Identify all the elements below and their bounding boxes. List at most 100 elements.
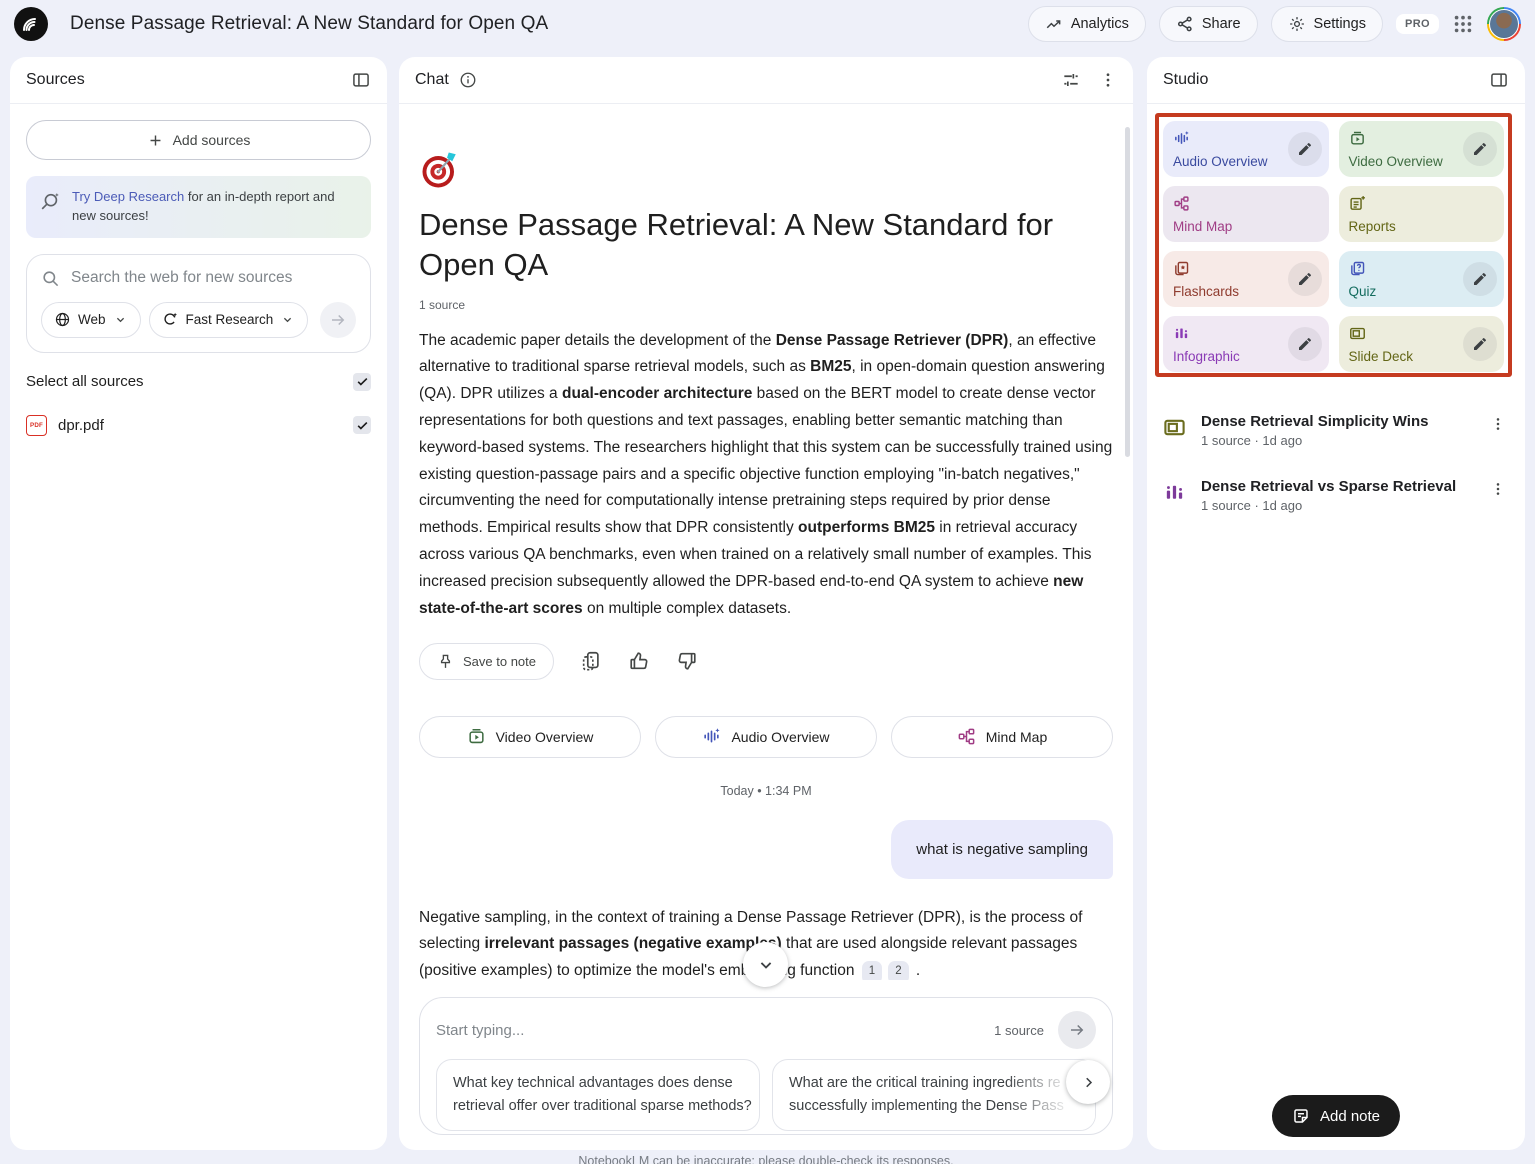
scroll-to-bottom-button[interactable] bbox=[743, 942, 788, 987]
arrow-right-icon bbox=[1068, 1021, 1086, 1039]
edit-flashcards-button[interactable] bbox=[1288, 262, 1322, 296]
analytics-label: Analytics bbox=[1071, 16, 1129, 32]
pencil-icon bbox=[1297, 271, 1313, 287]
web-search-input[interactable] bbox=[71, 269, 356, 287]
share-label: Share bbox=[1202, 16, 1241, 32]
tile-infographic[interactable]: Infographic bbox=[1163, 316, 1329, 372]
studio-item-infographic[interactable]: Dense Retrieval vs Sparse Retrieval 1 so… bbox=[1147, 478, 1525, 513]
add-sources-label: Add sources bbox=[173, 132, 251, 148]
avatar[interactable] bbox=[1487, 7, 1521, 41]
tile-audio-overview[interactable]: Audio Overview bbox=[1163, 121, 1329, 177]
share-button[interactable]: Share bbox=[1159, 6, 1258, 42]
edit-audio-overview-button[interactable] bbox=[1288, 132, 1322, 166]
add-note-label: Add note bbox=[1320, 1108, 1380, 1125]
studio-item-meta: 1 source · 1d ago bbox=[1201, 433, 1472, 448]
note-icon bbox=[1292, 1107, 1310, 1125]
tile-slide-deck[interactable]: Slide Deck bbox=[1339, 316, 1505, 372]
studio-tiles-grid: Audio Overview Video Overview Mind Map bbox=[1163, 121, 1504, 372]
edit-slide-deck-button[interactable] bbox=[1463, 327, 1497, 361]
suggested-question-chip[interactable]: What are the critical training ingredien… bbox=[772, 1059, 1096, 1131]
pdf-icon: PDF bbox=[26, 415, 47, 436]
quiz-icon bbox=[1349, 260, 1366, 277]
send-button[interactable] bbox=[1058, 1011, 1096, 1049]
pencil-icon bbox=[1472, 336, 1488, 352]
thumbs-up-icon[interactable] bbox=[628, 650, 650, 672]
globe-icon bbox=[54, 311, 71, 328]
user-message-bubble: what is negative sampling bbox=[891, 820, 1113, 879]
video-overview-button[interactable]: Video Overview bbox=[419, 716, 641, 758]
thumbs-down-icon[interactable] bbox=[676, 650, 698, 672]
search-submit-button[interactable] bbox=[320, 302, 356, 338]
item-menu-button[interactable] bbox=[1487, 413, 1509, 435]
research-sparkle-icon bbox=[162, 311, 179, 328]
pencil-icon bbox=[1297, 336, 1313, 352]
edit-infographic-button[interactable] bbox=[1288, 327, 1322, 361]
settings-label: Settings bbox=[1314, 16, 1366, 32]
arrow-right-icon bbox=[329, 311, 347, 329]
deep-research-link[interactable]: Try Deep Research bbox=[72, 189, 184, 204]
studio-item-title: Dense Retrieval vs Sparse Retrieval bbox=[1201, 478, 1472, 495]
item-menu-button[interactable] bbox=[1487, 478, 1509, 500]
tile-video-overview[interactable]: Video Overview bbox=[1339, 121, 1505, 177]
add-sources-button[interactable]: Add sources bbox=[26, 120, 371, 160]
more-vertical-icon[interactable] bbox=[1099, 70, 1117, 90]
suggested-question-chip[interactable]: What key technical advantages does dense… bbox=[436, 1059, 760, 1131]
web-filter-dropdown[interactable]: Web bbox=[41, 302, 141, 338]
tile-label: Reports bbox=[1349, 219, 1396, 234]
infographic-icon bbox=[1163, 481, 1186, 504]
citation-chip[interactable]: 1 bbox=[862, 961, 882, 980]
settings-button[interactable]: Settings bbox=[1271, 6, 1383, 42]
tile-flashcards[interactable]: Flashcards bbox=[1163, 251, 1329, 307]
edit-video-overview-button[interactable] bbox=[1463, 132, 1497, 166]
source-row[interactable]: PDF dpr.pdf bbox=[26, 415, 371, 436]
expand-panel-icon[interactable] bbox=[1489, 70, 1509, 90]
tile-label: Flashcards bbox=[1173, 284, 1239, 299]
chat-scroll-area[interactable]: Dense Passage Retrieval: A New Standard … bbox=[399, 105, 1133, 980]
search-icon bbox=[41, 269, 60, 288]
collapse-panel-icon[interactable] bbox=[351, 70, 371, 90]
studio-item-slide-deck[interactable]: Dense Retrieval Simplicity Wins 1 source… bbox=[1147, 413, 1525, 448]
audio-overview-icon bbox=[1173, 130, 1190, 147]
tune-icon[interactable] bbox=[1061, 70, 1081, 90]
audio-overview-button[interactable]: Audio Overview bbox=[655, 716, 877, 758]
tile-reports[interactable]: Reports bbox=[1339, 186, 1505, 242]
select-all-checkbox[interactable] bbox=[353, 373, 371, 391]
info-icon[interactable] bbox=[459, 71, 477, 89]
apps-grid-icon[interactable] bbox=[1452, 13, 1474, 35]
notebooklm-logo-icon[interactable] bbox=[14, 7, 48, 41]
flashcards-icon bbox=[1173, 260, 1190, 277]
edit-quiz-button[interactable] bbox=[1463, 262, 1497, 296]
deep-research-banner: Try Deep Research for an in-depth report… bbox=[26, 176, 371, 238]
fast-research-dropdown[interactable]: Fast Research bbox=[149, 302, 309, 338]
source-checkbox[interactable] bbox=[353, 416, 371, 434]
citation-chip[interactable]: 2 bbox=[888, 961, 908, 980]
studio-item-title: Dense Retrieval Simplicity Wins bbox=[1201, 413, 1472, 430]
save-to-note-button[interactable]: Save to note bbox=[419, 643, 554, 680]
select-all-label: Select all sources bbox=[26, 373, 144, 390]
chevron-right-icon bbox=[1080, 1074, 1097, 1091]
tile-label: Audio Overview bbox=[1173, 154, 1268, 169]
tile-mind-map[interactable]: Mind Map bbox=[1163, 186, 1329, 242]
pencil-icon bbox=[1472, 141, 1488, 157]
plus-icon bbox=[147, 132, 164, 149]
web-search-card: Web Fast Research bbox=[26, 254, 371, 353]
add-note-button[interactable]: Add note bbox=[1272, 1095, 1400, 1137]
input-source-count: 1 source bbox=[994, 1023, 1044, 1038]
studio-header: Studio bbox=[1163, 71, 1208, 89]
sources-header: Sources bbox=[26, 71, 85, 89]
tile-label: Infographic bbox=[1173, 349, 1240, 364]
tile-quiz[interactable]: Quiz bbox=[1339, 251, 1505, 307]
mind-map-icon bbox=[1173, 195, 1190, 212]
reports-icon bbox=[1349, 195, 1366, 212]
chat-input[interactable] bbox=[436, 1022, 980, 1039]
analytics-button[interactable]: Analytics bbox=[1028, 6, 1146, 42]
next-suggestions-button[interactable] bbox=[1066, 1060, 1110, 1104]
trending-up-icon bbox=[1045, 15, 1063, 33]
tile-label: Slide Deck bbox=[1349, 349, 1414, 364]
gear-icon bbox=[1288, 15, 1306, 33]
mind-map-button[interactable]: Mind Map bbox=[891, 716, 1113, 758]
chat-scrollbar[interactable] bbox=[1125, 127, 1130, 457]
disclaimer-text: NotebookLM can be inaccurate; please dou… bbox=[399, 1154, 1133, 1164]
copy-icon[interactable] bbox=[580, 650, 602, 672]
share-icon bbox=[1176, 15, 1194, 33]
